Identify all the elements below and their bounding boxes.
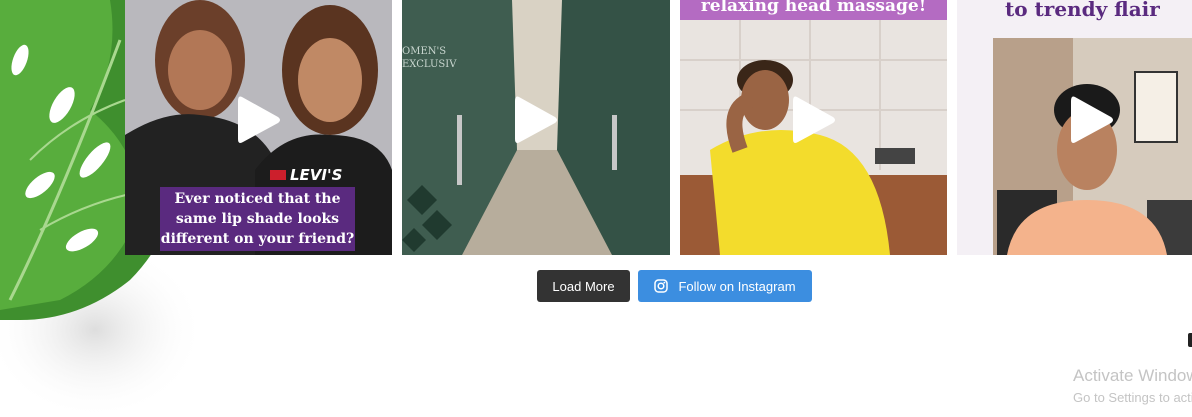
post-caption: relaxing head massage! [700,0,927,16]
activate-windows-subtitle: Go to Settings to activate Windows. [1073,390,1192,405]
activate-windows-title: Activate Windows [1073,366,1192,385]
follow-on-instagram-button[interactable]: Follow on Instagram [638,270,812,302]
post-caption: Ever noticed that the same lip shade loo… [160,187,355,251]
play-icon[interactable] [513,95,559,145]
instagram-post-video-1[interactable]: LEVI'S Ever noticed that the same lip sh… [125,0,392,255]
instagram-post-video-4[interactable]: to trendy flair [957,0,1192,255]
play-icon[interactable] [236,95,282,145]
instagram-post-video-2[interactable]: OMEN'S EXCLUSIVE [402,0,670,255]
post-caption: to trendy flair [1005,0,1160,21]
shirt-brand-text: LEVI'S [290,166,343,184]
load-more-label: Load More [552,278,615,294]
instagram-icon [654,279,669,293]
play-icon[interactable] [1069,95,1115,145]
scroll-edge-marker [1188,333,1192,347]
follow-label: Follow on Instagram [678,278,796,294]
activate-windows-watermark: Activate Windows Go to Settings to activ… [1073,366,1192,405]
load-more-button[interactable]: Load More [537,270,630,302]
instagram-post-video-3[interactable]: relaxing head massage! [680,0,947,255]
play-icon[interactable] [791,95,837,145]
wall-sign-text: OMEN'S EXCLUSIVE [402,46,457,70]
